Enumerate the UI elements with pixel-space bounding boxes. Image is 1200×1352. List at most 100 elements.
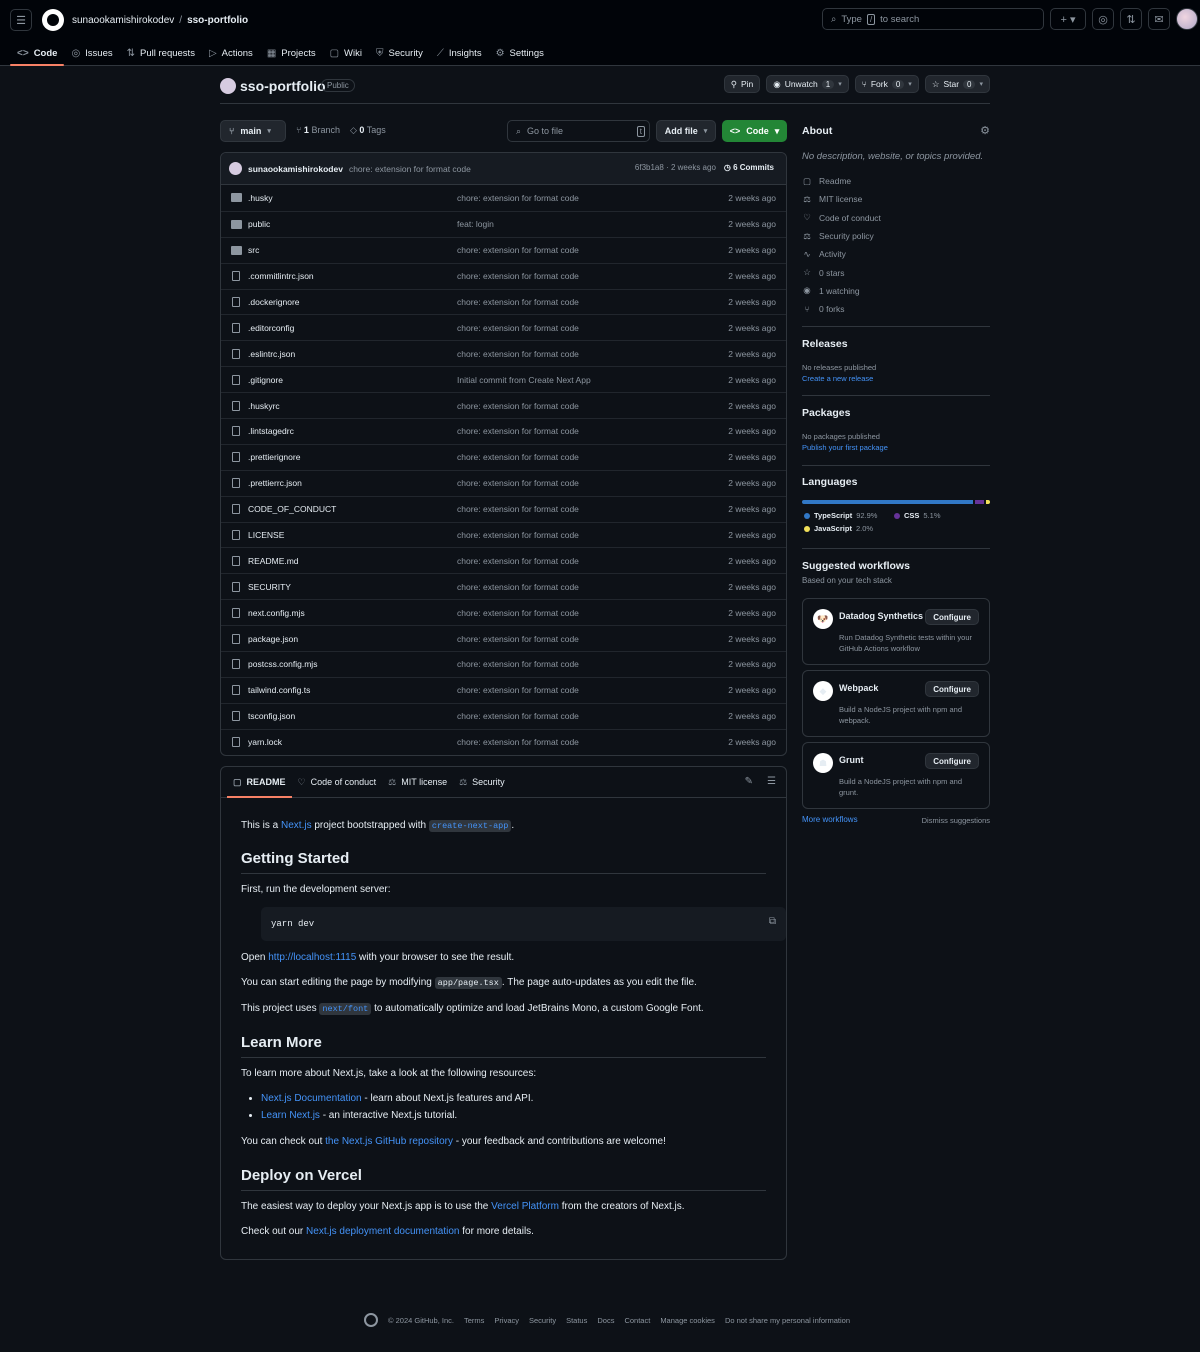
- tab-settings[interactable]: ⚙ Settings: [489, 40, 551, 66]
- table-row[interactable]: .dockerignore chore: extension for format…: [221, 288, 786, 315]
- file-name[interactable]: .editorconfig: [248, 323, 458, 333]
- table-row[interactable]: next.config.mjs chore: extension for form…: [221, 599, 786, 625]
- vercel-link[interactable]: Vercel Platform: [491, 1201, 559, 1212]
- file-name[interactable]: .prettierignore: [248, 452, 458, 462]
- file-commit-message[interactable]: chore: extension for format code: [457, 737, 579, 747]
- about-item-0-forks[interactable]: ⑂ 0 forks: [802, 300, 990, 318]
- footer-link-status[interactable]: Status: [566, 1316, 587, 1325]
- file-name[interactable]: .husky: [248, 193, 458, 203]
- create-new-button[interactable]: + ▾: [1050, 8, 1086, 30]
- inbox-icon[interactable]: ✉: [1148, 8, 1170, 30]
- commit-hash[interactable]: 6f3b1a8: [635, 163, 664, 172]
- file-name[interactable]: postcss.config.mjs: [248, 659, 458, 669]
- add-file-button[interactable]: Add file ▾: [656, 120, 716, 142]
- configure-button[interactable]: Configure: [925, 681, 979, 697]
- language-item[interactable]: CSS 5.1%: [894, 511, 984, 520]
- pull-requests-icon[interactable]: ⇅: [1120, 8, 1142, 30]
- file-name[interactable]: README.md: [248, 556, 458, 566]
- commits-link[interactable]: ◷ 6 Commits: [724, 163, 774, 172]
- file-commit-message[interactable]: Initial commit from Create Next App: [457, 375, 591, 385]
- table-row[interactable]: .husky chore: extension for format code 2 …: [221, 185, 786, 211]
- about-item-1-watching[interactable]: ◉ 1 watching: [802, 282, 990, 300]
- file-commit-message[interactable]: chore: extension for format code: [457, 478, 579, 488]
- about-item-mit-license[interactable]: ⚖ MIT license: [802, 190, 990, 208]
- pin-button[interactable]: ⚲ Pin: [723, 75, 761, 93]
- tab-code[interactable]: <> Code: [10, 40, 65, 66]
- nextjs-repo-link[interactable]: the Next.js GitHub repository: [325, 1136, 453, 1147]
- file-name[interactable]: yarn.lock: [248, 737, 458, 747]
- learn-nextjs-link[interactable]: Learn Next.js: [261, 1110, 320, 1121]
- unwatch-button[interactable]: ◉ Unwatch 1 ▾: [766, 75, 849, 93]
- list-icon[interactable]: ☰: [767, 776, 776, 787]
- table-row[interactable]: postcss.config.mjs chore: extension for f…: [221, 651, 786, 677]
- create-release-link[interactable]: Create a new release: [802, 374, 873, 383]
- file-name[interactable]: .commitlintrc.json: [248, 271, 458, 281]
- file-commit-message[interactable]: chore: extension for format code: [457, 634, 579, 644]
- table-row[interactable]: package.json chore: extension for format …: [221, 625, 786, 651]
- about-item-0-stars[interactable]: ☆ 0 stars: [802, 263, 990, 281]
- file-commit-message[interactable]: chore: extension for format code: [457, 711, 579, 721]
- table-row[interactable]: tsconfig.json chore: extension for format…: [221, 702, 786, 729]
- file-commit-message[interactable]: chore: extension for format code: [457, 426, 579, 436]
- commit-message[interactable]: chore: extension for format code: [349, 164, 471, 174]
- releases-title[interactable]: Releases: [802, 338, 848, 350]
- table-row[interactable]: .editorconfig chore: extension for format…: [221, 314, 786, 340]
- table-row[interactable]: yarn.lock chore: extension for format cod…: [221, 728, 786, 755]
- table-row[interactable]: LICENSE chore: extension for format code 2…: [221, 521, 786, 548]
- file-name[interactable]: next.config.mjs: [248, 608, 458, 618]
- go-to-file-input[interactable]: ⌕ Go to file t: [507, 120, 650, 142]
- create-next-app-link[interactable]: create-next-app: [428, 820, 512, 832]
- about-item-security-policy[interactable]: ⚖ Security policy: [802, 227, 990, 245]
- file-name[interactable]: CODE_OF_CONDUCT: [248, 504, 458, 514]
- file-name[interactable]: tsconfig.json: [248, 711, 458, 721]
- table-row[interactable]: public feat: login 2 weeks ago: [221, 210, 786, 237]
- table-row[interactable]: .huskyrc chore: extension for format code…: [221, 392, 786, 418]
- footer-link-contact[interactable]: Contact: [624, 1316, 650, 1325]
- file-name[interactable]: LICENSE: [248, 530, 458, 540]
- readme-tab-security[interactable]: ⚖ Security: [453, 767, 511, 798]
- fork-button[interactable]: ⑂ Fork 0 ▾: [854, 75, 919, 93]
- file-name[interactable]: .gitignore: [248, 375, 458, 385]
- file-commit-message[interactable]: chore: extension for format code: [457, 452, 579, 462]
- footer-link-terms[interactable]: Terms: [464, 1316, 484, 1325]
- file-commit-message[interactable]: feat: login: [457, 219, 494, 229]
- file-commit-message[interactable]: chore: extension for format code: [457, 297, 579, 307]
- tab-insights[interactable]: ⟋ Insights: [430, 40, 489, 66]
- about-item-readme[interactable]: ▢ Readme: [802, 172, 990, 190]
- copy-icon[interactable]: ⧉: [769, 916, 776, 928]
- next-font-link[interactable]: next/font: [319, 1003, 372, 1015]
- about-item-code-of-conduct[interactable]: ♡ Code of conduct: [802, 209, 990, 227]
- file-name[interactable]: tailwind.config.ts: [248, 685, 458, 695]
- footer-link-security[interactable]: Security: [529, 1316, 556, 1325]
- publish-package-link[interactable]: Publish your first package: [802, 443, 888, 452]
- file-commit-message[interactable]: chore: extension for format code: [457, 401, 579, 411]
- file-commit-message[interactable]: chore: extension for format code: [457, 530, 579, 540]
- file-commit-message[interactable]: chore: extension for format code: [457, 504, 579, 514]
- footer-link-privacy[interactable]: Privacy: [494, 1316, 519, 1325]
- pencil-icon[interactable]: ✎: [745, 776, 753, 787]
- file-name[interactable]: .dockerignore: [248, 297, 458, 307]
- menu-icon[interactable]: ☰: [10, 9, 32, 31]
- tab-pull-requests[interactable]: ⇅ Pull requests: [120, 40, 202, 66]
- file-name[interactable]: .lintstagedrc: [248, 426, 458, 436]
- table-row[interactable]: SECURITY chore: extension for format code…: [221, 573, 786, 599]
- file-name[interactable]: SECURITY: [248, 582, 458, 592]
- file-name[interactable]: .prettierrc.json: [248, 478, 458, 488]
- readme-tab-code-of-conduct[interactable]: ♡ Code of conduct: [292, 767, 383, 798]
- tab-wiki[interactable]: ▢ Wiki: [323, 40, 369, 66]
- language-item[interactable]: JavaScript 2.0%: [804, 524, 894, 533]
- user-avatar[interactable]: [1176, 8, 1198, 30]
- star-button[interactable]: ☆ Star 0 ▾: [924, 75, 990, 93]
- file-name[interactable]: src: [248, 245, 458, 255]
- table-row[interactable]: tailwind.config.ts chore: extension for f…: [221, 676, 786, 703]
- table-row[interactable]: README.md chore: extension for format cod…: [221, 547, 786, 573]
- table-row[interactable]: .commitlintrc.json chore: extension for f…: [221, 262, 786, 289]
- breadcrumb-owner[interactable]: sunaookamishirokodev: [72, 15, 174, 26]
- readme-tab-mit-license[interactable]: ⚖ MIT license: [382, 767, 453, 798]
- packages-title[interactable]: Packages: [802, 407, 850, 419]
- deployment-docs-link[interactable]: Next.js deployment documentation: [306, 1226, 459, 1237]
- file-name[interactable]: public: [248, 219, 458, 229]
- file-commit-message[interactable]: chore: extension for format code: [457, 271, 579, 281]
- nextjs-link[interactable]: Next.js: [281, 820, 312, 831]
- configure-button[interactable]: Configure: [925, 753, 979, 769]
